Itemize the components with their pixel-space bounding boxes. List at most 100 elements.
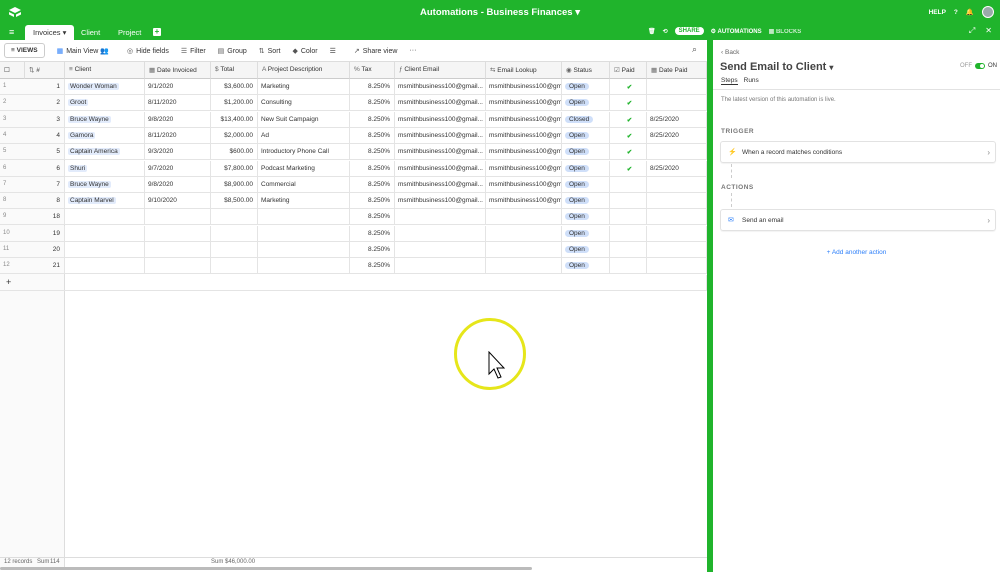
cell-id[interactable]: 7 xyxy=(25,176,65,193)
more-options-icon[interactable]: ··· xyxy=(409,47,416,54)
cell-date[interactable]: 9/8/2020 xyxy=(145,111,211,128)
cell-total[interactable]: $7,800.00 xyxy=(211,160,258,177)
cell-email[interactable]: msmithbusiness100@gmail... xyxy=(395,176,486,193)
cell-date_paid[interactable]: 8/25/2020 xyxy=(647,160,707,177)
share-view-button[interactable]: ↗ Share view xyxy=(354,47,398,55)
cell-client[interactable]: Groot xyxy=(65,95,145,112)
help-icon[interactable]: ? xyxy=(954,9,958,16)
cell-email[interactable] xyxy=(395,258,486,275)
hide-fields-button[interactable]: ◎ Hide fields xyxy=(127,47,169,55)
cell-tax[interactable]: 8.250% xyxy=(350,242,395,258)
linked-record-chip[interactable]: Shuri xyxy=(68,164,88,172)
cell-id[interactable]: 6 xyxy=(25,160,65,177)
cell-id[interactable]: 8 xyxy=(25,193,65,210)
cell-date_paid[interactable] xyxy=(647,95,707,112)
cell-lookup[interactable]: msmithbusiness100@gmai... xyxy=(486,95,562,112)
cell-id[interactable]: 21 xyxy=(25,258,65,275)
cell-client[interactable] xyxy=(65,209,145,226)
horizontal-scrollbar[interactable] xyxy=(0,567,532,570)
cell-tax[interactable]: 8.250% xyxy=(350,258,395,275)
color-button[interactable]: ◆ Color xyxy=(292,47,317,55)
cell-paid[interactable]: ✔ xyxy=(610,111,647,128)
add-row-button[interactable]: + xyxy=(0,274,707,291)
cell-email[interactable]: msmithbusiness100@gmail... xyxy=(395,111,486,128)
cell-email[interactable]: msmithbusiness100@gmail... xyxy=(395,127,486,144)
cell-client[interactable] xyxy=(65,242,145,258)
cell-date_paid[interactable] xyxy=(647,242,707,258)
cell-desc[interactable]: Introductory Phone Call xyxy=(258,144,350,161)
group-button[interactable]: ▤ Group xyxy=(218,47,247,55)
column-header-paid[interactable]: ☑ Paid xyxy=(610,62,647,79)
cell-status[interactable]: Open xyxy=(562,127,610,144)
automations-button[interactable]: ⚙ AUTOMATIONS xyxy=(711,28,762,35)
tab-steps[interactable]: Steps xyxy=(721,77,738,85)
cell-tax[interactable]: 8.250% xyxy=(350,144,395,161)
bell-icon[interactable]: 🔔 xyxy=(966,8,974,16)
close-icon[interactable]: ✕ xyxy=(985,26,992,36)
cell-total[interactable]: $8,900.00 xyxy=(211,176,258,193)
cell-email[interactable] xyxy=(395,209,486,226)
cell-status[interactable]: Closed xyxy=(562,111,610,128)
cell-id[interactable]: 19 xyxy=(25,225,65,242)
cell-date_paid[interactable] xyxy=(647,144,707,161)
cell-id[interactable]: 1 xyxy=(25,79,65,95)
cell-paid[interactable]: ✔ xyxy=(610,160,647,177)
cell-paid[interactable] xyxy=(610,258,647,275)
cell-desc[interactable]: Marketing xyxy=(258,193,350,210)
cell-desc[interactable]: Commercial xyxy=(258,176,350,193)
column-header-client[interactable]: ≡ Client xyxy=(65,62,145,79)
blocks-button[interactable]: ▦ BLOCKS xyxy=(769,28,802,35)
cell-lookup[interactable]: msmithbusiness100@gmai... xyxy=(486,176,562,193)
cell-lookup[interactable]: msmithbusiness100@gmai... xyxy=(486,79,562,95)
cell-status[interactable]: Open xyxy=(562,209,610,226)
cell-id[interactable]: 20 xyxy=(25,242,65,258)
cell-tax[interactable]: 8.250% xyxy=(350,95,395,112)
tab-invoices[interactable]: Invoices ▾ xyxy=(25,25,75,40)
cell-desc[interactable]: Consulting xyxy=(258,95,350,112)
cell-client[interactable] xyxy=(65,258,145,275)
cell-id[interactable]: 5 xyxy=(25,144,65,161)
cell-lookup[interactable] xyxy=(486,225,562,242)
cell-paid[interactable]: ✔ xyxy=(610,95,647,112)
cell-email[interactable]: msmithbusiness100@gmail... xyxy=(395,79,486,95)
cell-paid[interactable] xyxy=(610,193,647,210)
cell-lookup[interactable] xyxy=(486,258,562,275)
avatar[interactable] xyxy=(982,6,994,18)
linked-record-chip[interactable]: Bruce Wayne xyxy=(68,115,111,123)
trash-icon[interactable]: 🗑 xyxy=(648,28,656,35)
cell-status[interactable]: Open xyxy=(562,242,610,258)
cell-date[interactable]: 9/3/2020 xyxy=(145,144,211,161)
cell-date_paid[interactable] xyxy=(647,209,707,226)
search-icon[interactable]: ⌕ xyxy=(692,44,697,55)
cell-date_paid[interactable] xyxy=(647,258,707,275)
cell-desc[interactable] xyxy=(258,242,350,258)
cell-tax[interactable]: 8.250% xyxy=(350,176,395,193)
cell-tax[interactable]: 8.250% xyxy=(350,193,395,210)
cell-total[interactable] xyxy=(211,242,258,258)
help-link[interactable]: HELP xyxy=(929,9,946,16)
views-button[interactable]: ≡ VIEWS xyxy=(4,43,45,58)
cell-desc[interactable]: Marketing xyxy=(258,79,350,95)
toggle-switch[interactable] xyxy=(975,63,985,69)
back-link[interactable]: ‹ Back xyxy=(721,49,739,56)
cell-client[interactable]: Bruce Wayne xyxy=(65,176,145,193)
cell-lookup[interactable]: msmithbusiness100@gmai... xyxy=(486,127,562,144)
cell-total[interactable]: $13,400.00 xyxy=(211,111,258,128)
cell-client[interactable]: Shuri xyxy=(65,160,145,177)
cell-date_paid[interactable] xyxy=(647,193,707,210)
cell-email[interactable]: msmithbusiness100@gmail... xyxy=(395,160,486,177)
linked-record-chip[interactable]: Captain Marvel xyxy=(68,197,116,205)
cell-id[interactable]: 2 xyxy=(25,95,65,112)
linked-record-chip[interactable]: Groot xyxy=(68,99,89,107)
cell-tax[interactable]: 8.250% xyxy=(350,209,395,226)
cell-desc[interactable]: Podcast Marketing xyxy=(258,160,350,177)
cell-desc[interactable]: New Suit Campaign xyxy=(258,111,350,128)
cell-email[interactable]: msmithbusiness100@gmail... xyxy=(395,193,486,210)
expand-icon[interactable]: ⤢ xyxy=(969,26,975,36)
cell-total[interactable] xyxy=(211,258,258,275)
cell-desc[interactable] xyxy=(258,209,350,226)
cell-total[interactable]: $600.00 xyxy=(211,144,258,161)
cell-date_paid[interactable]: 8/25/2020 xyxy=(647,111,707,128)
cell-tax[interactable]: 8.250% xyxy=(350,111,395,128)
base-title[interactable]: Automations - Business Finances ▾ xyxy=(0,7,1000,18)
